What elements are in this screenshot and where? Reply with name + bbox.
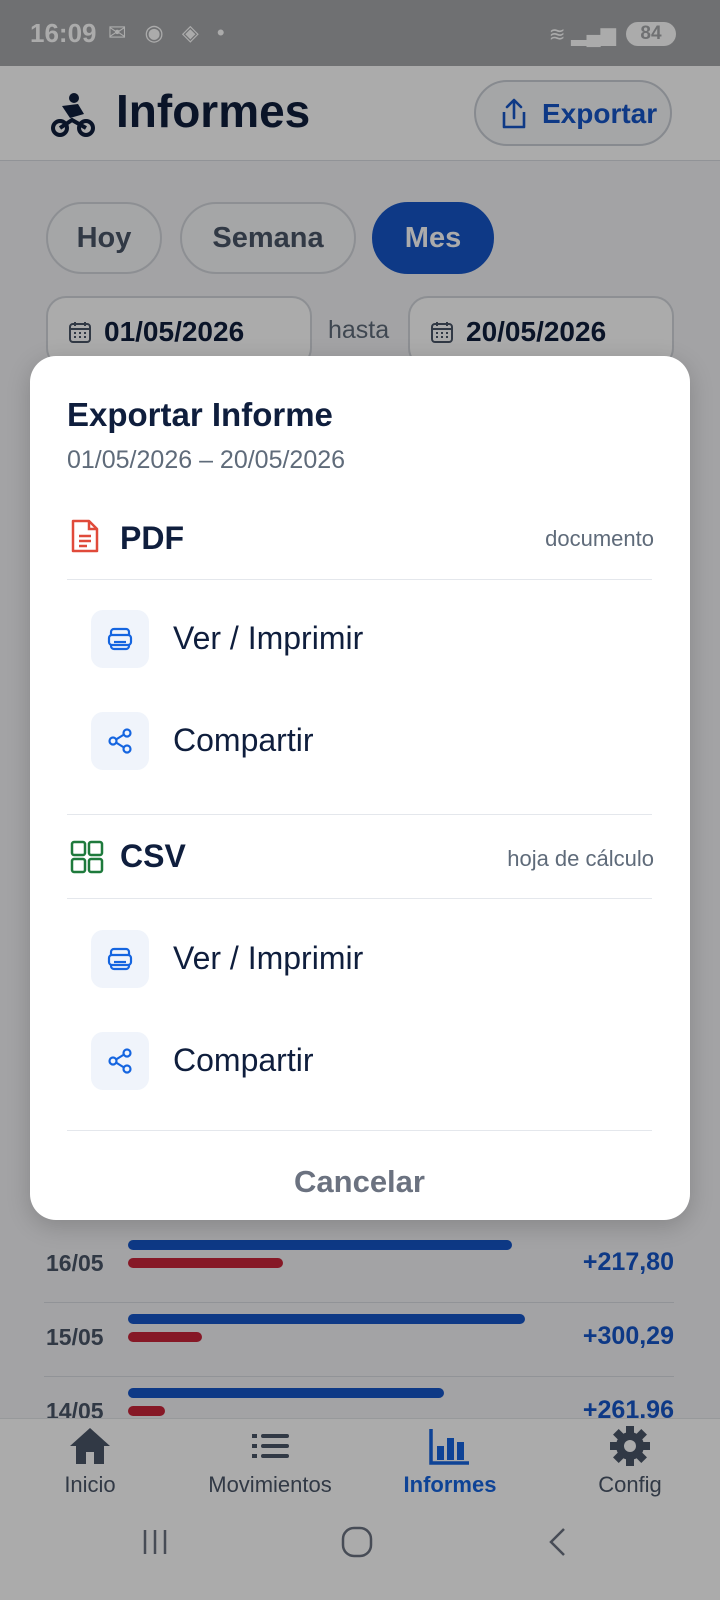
option-label: Compartir	[173, 1042, 314, 1078]
share-icon	[108, 728, 132, 754]
dialog-title: Exportar Informe	[67, 396, 333, 433]
icon-badge	[91, 610, 149, 668]
pdf-document-icon	[71, 519, 99, 553]
section-csv-hint: hoja de cálculo	[507, 846, 654, 871]
csv-grid-icon	[70, 840, 104, 874]
csv-view-print-option[interactable]: Ver / Imprimir	[67, 918, 652, 998]
divider	[67, 1130, 652, 1131]
icon-badge	[91, 712, 149, 770]
printer-icon	[107, 947, 133, 971]
share-icon	[108, 1048, 132, 1074]
divider	[67, 898, 652, 899]
option-label: Compartir	[173, 722, 314, 758]
printer-icon	[107, 627, 133, 651]
option-label: Ver / Imprimir	[173, 620, 364, 656]
section-pdf-hint: documento	[545, 526, 654, 551]
section-csv-label: CSV	[120, 838, 186, 874]
csv-share-option[interactable]: Compartir	[67, 1020, 652, 1100]
icon-badge	[91, 1032, 149, 1090]
option-label: Ver / Imprimir	[173, 940, 364, 976]
pdf-share-option[interactable]: Compartir	[67, 700, 652, 780]
section-pdf-label: PDF	[120, 520, 184, 556]
cancel-button[interactable]: Cancelar	[67, 1150, 652, 1214]
pdf-view-print-option[interactable]: Ver / Imprimir	[67, 598, 652, 678]
icon-badge	[91, 930, 149, 988]
divider	[67, 579, 652, 580]
dialog-subtitle: 01/05/2026 – 20/05/2026	[67, 446, 346, 474]
divider	[67, 814, 652, 815]
